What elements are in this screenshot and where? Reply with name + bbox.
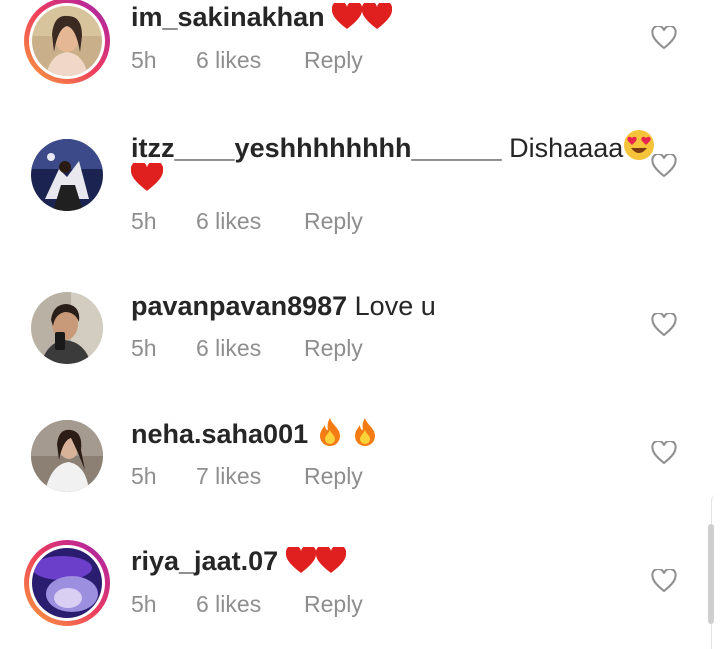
like-heart-icon[interactable] (651, 311, 677, 337)
comment-text: im_sakinakhan (131, 0, 631, 38)
comment-likes[interactable]: 6 likes (196, 335, 304, 362)
like-heart-icon[interactable] (651, 152, 677, 178)
avatar-photo (31, 420, 103, 492)
avatar-photo (32, 548, 102, 618)
reply-button[interactable]: Reply (304, 47, 363, 74)
comment-username[interactable]: neha.saha001 (131, 419, 308, 449)
red-heart-icon (130, 160, 164, 200)
comment-meta: 5h 6 likes Reply (131, 591, 363, 618)
comment-time: 5h (131, 47, 157, 73)
comment-time: 5h (131, 463, 157, 489)
comment-item: riya_jaat.07 5h 6 likes Reply (0, 540, 720, 649)
like-heart-icon[interactable] (651, 567, 677, 593)
avatar-photo (31, 292, 103, 364)
comment-meta: 5h 6 likes Reply (131, 335, 363, 362)
reply-button[interactable]: Reply (304, 335, 363, 362)
avatar[interactable] (24, 285, 110, 371)
comment-item: im_sakinakhan 5h 6 likes Reply (0, 0, 720, 120)
avatar[interactable] (24, 132, 110, 218)
reply-button[interactable]: Reply (304, 463, 363, 490)
comment-text: riya_jaat.07 (131, 544, 631, 582)
red-heart-icon (285, 544, 316, 582)
comment-username[interactable]: riya_jaat.07 (131, 546, 278, 576)
comment-item: pavanpavan8987 Love u 5h 6 likes Reply (0, 285, 720, 395)
comment-time: 5h (131, 208, 157, 234)
red-heart-icon (315, 544, 346, 582)
comment-item: itzz____yeshhhhhhhh______ Dishaaaa 5h 6 … (0, 120, 720, 270)
comment-time: 5h (131, 591, 157, 617)
comment-likes[interactable]: 6 likes (196, 591, 304, 618)
comment-item: neha.saha001 5h 7 likes Reply (0, 413, 720, 523)
red-heart-icon (361, 0, 393, 38)
scrollbar-thumb[interactable] (708, 524, 714, 624)
comment-text-wrap (130, 160, 631, 200)
comment-username[interactable]: itzz____yeshhhhhhhh______ (131, 133, 502, 163)
avatar-photo (32, 6, 102, 76)
avatar-photo (31, 139, 103, 211)
reply-button[interactable]: Reply (304, 208, 363, 235)
comment-username[interactable]: im_sakinakhan (131, 2, 325, 32)
comment-body: Dishaaaa (509, 133, 624, 163)
comment-likes[interactable]: 6 likes (196, 208, 304, 235)
fire-icon (351, 417, 379, 455)
comment-likes[interactable]: 6 likes (196, 47, 304, 74)
comment-text: neha.saha001 (131, 417, 631, 455)
like-heart-icon[interactable] (651, 439, 677, 465)
comment-text: pavanpavan8987 Love u (131, 289, 631, 323)
avatar[interactable] (24, 413, 110, 499)
comment-username[interactable]: pavanpavan8987 (131, 291, 347, 321)
comment-meta: 5h 6 likes Reply (131, 208, 363, 235)
avatar[interactable] (24, 540, 110, 626)
like-heart-icon[interactable] (651, 24, 677, 50)
red-heart-icon (331, 0, 363, 38)
comment-meta: 5h 7 likes Reply (131, 463, 363, 490)
comment-body: Love u (354, 291, 436, 321)
fire-icon (316, 417, 344, 455)
comment-meta: 5h 6 likes Reply (131, 47, 363, 74)
comment-time: 5h (131, 335, 157, 361)
avatar[interactable] (24, 0, 110, 84)
reply-button[interactable]: Reply (304, 591, 363, 618)
comment-likes[interactable]: 7 likes (196, 463, 304, 490)
